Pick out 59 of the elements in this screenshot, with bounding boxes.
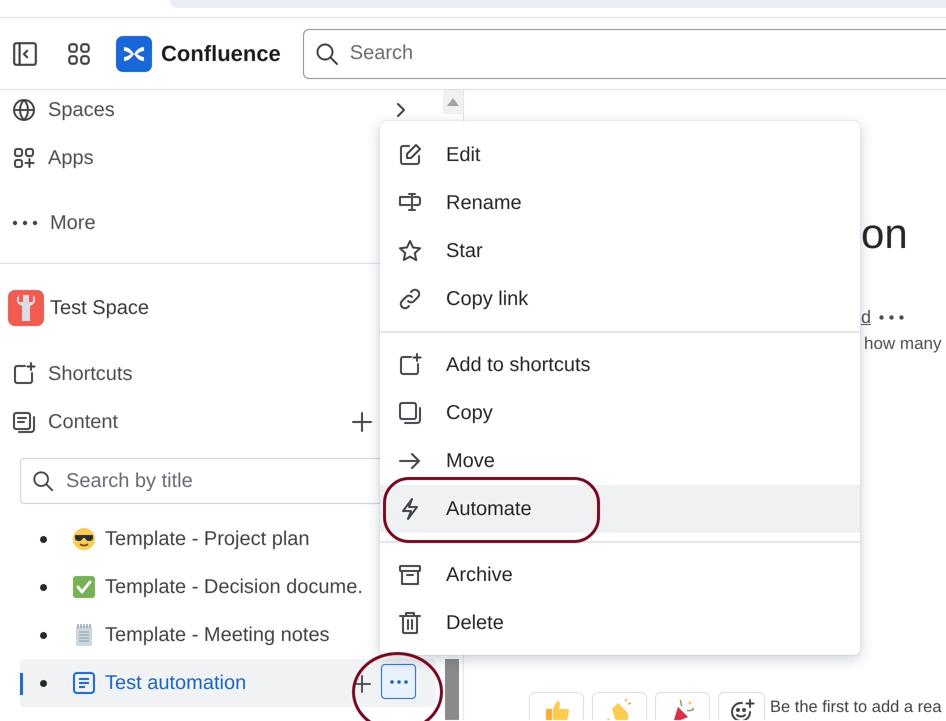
page-title[interactable]: Template - Meeting notes	[105, 624, 330, 646]
star-icon	[398, 239, 422, 263]
product-name[interactable]: Confluence	[161, 40, 281, 66]
page-icon	[72, 671, 96, 695]
link-icon	[398, 287, 422, 311]
menu-item[interactable]: Copy link	[380, 275, 860, 323]
menu-item[interactable]: Rename	[380, 179, 860, 227]
more-icon	[390, 680, 408, 684]
body-text: how many	[864, 334, 942, 354]
search-field[interactable]: Search	[302, 28, 946, 78]
app-switcher-icon[interactable]	[66, 40, 92, 66]
pages-icon	[12, 410, 36, 434]
bullet-icon	[40, 680, 47, 686]
selection-bar	[20, 673, 23, 695]
copy-icon	[398, 401, 422, 425]
menu-item[interactable]: Edit	[380, 131, 860, 179]
shortcut-add-icon	[398, 353, 422, 377]
more-actions-button[interactable]	[381, 664, 416, 699]
sidebar-link[interactable]: Content	[12, 410, 118, 434]
menu-item[interactable]: Star	[380, 227, 860, 275]
sidebar-link[interactable]: Spaces	[12, 98, 115, 122]
sidebar-toggle-icon[interactable]	[12, 40, 38, 66]
sidebar-link[interactable]: Shortcuts	[12, 362, 132, 386]
menu-item[interactable]: Add to shortcuts	[380, 341, 860, 389]
check-mark-icon	[72, 575, 96, 599]
archive-icon	[398, 563, 422, 587]
page-tree-item[interactable]: Test automation	[20, 659, 436, 707]
edit-icon	[398, 143, 422, 167]
search-icon	[32, 470, 54, 492]
menu-item[interactable]: Copy	[380, 389, 860, 437]
clapping-hands-icon	[606, 699, 632, 720]
logo-icon[interactable]	[116, 36, 152, 72]
menu-item[interactable]: Automate	[380, 485, 860, 533]
trash-icon	[398, 611, 422, 635]
bullet-icon	[40, 584, 47, 590]
plus-icon[interactable]	[351, 411, 373, 433]
search-icon	[314, 42, 339, 66]
sidebar-link[interactable]: Apps	[12, 146, 94, 170]
bullet-icon	[40, 536, 47, 542]
bullet-icon	[40, 632, 47, 638]
thumbs-up-icon	[544, 699, 570, 720]
sidebar-link[interactable]: More	[12, 212, 96, 234]
more-icon[interactable]	[879, 315, 904, 320]
author-link[interactable]: d	[861, 307, 872, 328]
page-title[interactable]: Template - Project plan	[105, 528, 310, 550]
add-reaction-button[interactable]	[718, 692, 765, 720]
page-title[interactable]: Template - Decision docume.	[105, 576, 363, 598]
space-name[interactable]: Test Space	[50, 296, 149, 320]
globe-icon	[12, 98, 36, 122]
apps-add-icon	[12, 146, 36, 170]
space-logo-icon	[8, 290, 44, 326]
page-title[interactable]: Test automation	[105, 672, 246, 694]
page-title-heading: on	[861, 210, 908, 258]
smiley-add-icon	[728, 699, 754, 720]
reaction-button[interactable]	[655, 692, 710, 720]
reaction-prompt: Be the first to add a rea	[770, 698, 942, 717]
sunglasses-face-icon	[72, 527, 96, 551]
more-icon	[12, 220, 38, 226]
shortcut-add-icon	[12, 362, 36, 386]
